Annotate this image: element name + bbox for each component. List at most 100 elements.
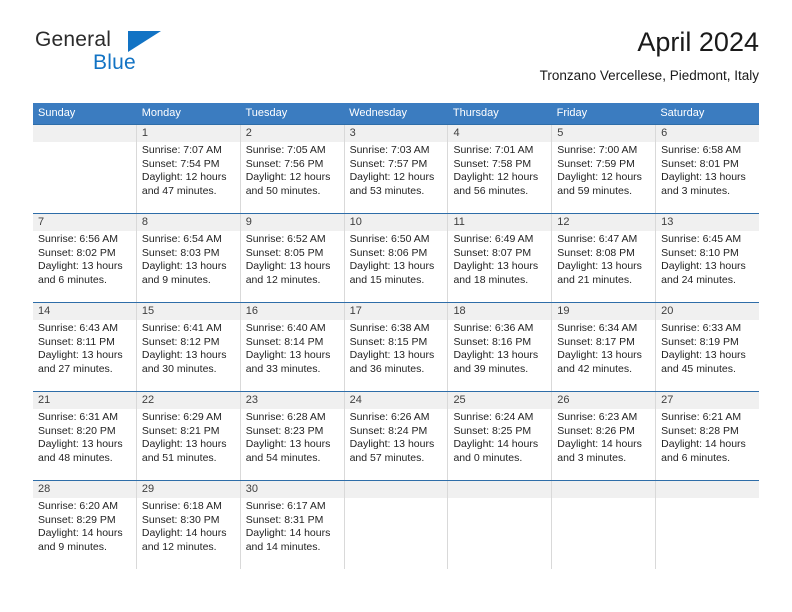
day-details: Sunrise: 6:36 AM Sunset: 8:16 PM Daylight:… xyxy=(453,322,547,376)
calendar-day-cell[interactable]: 25 Sunrise: 6:24 AM Sunset: 8:25 PM Dayligh… xyxy=(448,392,553,480)
calendar-day-cell[interactable]: 24 Sunrise: 6:26 AM Sunset: 8:24 PM Dayligh… xyxy=(345,392,449,480)
calendar-day-cell[interactable]: 1 Sunrise: 7:07 AM Sunset: 7:54 PM Daylight… xyxy=(137,125,241,213)
daylight-duration-line1: Daylight: 14 hours xyxy=(453,438,539,451)
daylight-duration-line1: Daylight: 13 hours xyxy=(661,260,746,273)
daylight-duration-line2: and 12 minutes. xyxy=(141,540,217,553)
day-details: Sunrise: 6:40 AM Sunset: 8:14 PM Daylight:… xyxy=(246,322,340,376)
calendar-day-cell[interactable]: 14 Sunrise: 6:43 AM Sunset: 8:11 PM Dayligh… xyxy=(33,303,137,391)
daylight-duration-line2: and 33 minutes. xyxy=(245,362,321,375)
daylight-duration-line1: Daylight: 14 hours xyxy=(245,527,331,540)
sunset-time: Sunset: 8:31 PM xyxy=(245,513,324,526)
day-details: Sunrise: 7:01 AM Sunset: 7:58 PM Daylight:… xyxy=(453,144,547,198)
calendar-week-row: 14 Sunrise: 6:43 AM Sunset: 8:11 PM Dayligh… xyxy=(33,302,759,391)
calendar-day-cell[interactable]: 23 Sunrise: 6:28 AM Sunset: 8:23 PM Dayligh… xyxy=(241,392,345,480)
calendar-day-cell[interactable]: 9 Sunrise: 6:52 AM Sunset: 8:05 PM Daylight… xyxy=(241,214,345,302)
day-number: 17 xyxy=(349,305,362,317)
daylight-duration-line2: and 47 minutes. xyxy=(141,184,217,197)
sunset-time: Sunset: 7:57 PM xyxy=(349,157,428,170)
daylight-duration-line1: Daylight: 13 hours xyxy=(557,349,642,362)
calendar-day-cell[interactable]: 20 Sunrise: 6:33 AM Sunset: 8:19 PM Dayligh… xyxy=(656,303,759,391)
day-details: Sunrise: 6:26 AM Sunset: 8:24 PM Daylight:… xyxy=(350,411,444,465)
calendar-day-cell[interactable]: 11 Sunrise: 6:49 AM Sunset: 8:07 PM Dayligh… xyxy=(448,214,553,302)
calendar-day-cell[interactable]: 2 Sunrise: 7:05 AM Sunset: 7:56 PM Daylight… xyxy=(241,125,345,213)
sunrise-time: Sunrise: 7:01 AM xyxy=(453,144,534,156)
calendar-day-cell[interactable]: 22 Sunrise: 6:29 AM Sunset: 8:21 PM Dayligh… xyxy=(137,392,241,480)
calendar-day-cell[interactable]: 27 Sunrise: 6:21 AM Sunset: 8:28 PM Dayligh… xyxy=(656,392,759,480)
calendar-day-cell[interactable]: 15 Sunrise: 6:41 AM Sunset: 8:12 PM Dayligh… xyxy=(137,303,241,391)
calendar-day-cell-empty xyxy=(33,125,137,213)
daylight-duration-line1: Daylight: 13 hours xyxy=(453,349,539,362)
day-number: 23 xyxy=(245,394,258,406)
daylight-duration-line2: and 3 minutes. xyxy=(557,451,627,464)
sunrise-time: Sunrise: 7:05 AM xyxy=(245,144,326,156)
daylight-duration-line1: Daylight: 12 hours xyxy=(557,171,642,184)
calendar-day-cell[interactable]: 6 Sunrise: 6:58 AM Sunset: 8:01 PM Daylight… xyxy=(656,125,759,213)
sunset-time: Sunset: 8:10 PM xyxy=(661,246,739,259)
calendar-day-cell[interactable]: 21 Sunrise: 6:31 AM Sunset: 8:20 PM Dayligh… xyxy=(33,392,137,480)
calendar-day-cell-empty xyxy=(656,481,759,569)
calendar-week-row: 28 Sunrise: 6:20 AM Sunset: 8:29 PM Dayligh… xyxy=(33,480,759,569)
daylight-duration-line2: and 56 minutes. xyxy=(453,184,529,197)
daylight-duration-line1: Daylight: 13 hours xyxy=(661,171,746,184)
day-details: Sunrise: 6:24 AM Sunset: 8:25 PM Daylight:… xyxy=(453,411,547,465)
calendar-day-cell[interactable]: 30 Sunrise: 6:17 AM Sunset: 8:31 PM Dayligh… xyxy=(241,481,345,569)
calendar-day-cell[interactable]: 10 Sunrise: 6:50 AM Sunset: 8:06 PM Dayligh… xyxy=(345,214,449,302)
daylight-duration-line2: and 24 minutes. xyxy=(661,273,736,286)
daylight-duration-line2: and 36 minutes. xyxy=(349,362,425,375)
daylight-duration-line1: Daylight: 13 hours xyxy=(38,260,123,273)
sunrise-time: Sunrise: 6:29 AM xyxy=(141,411,222,423)
day-details: Sunrise: 6:58 AM Sunset: 8:01 PM Daylight:… xyxy=(661,144,755,198)
daylight-duration-line1: Daylight: 13 hours xyxy=(38,438,123,451)
daylight-duration-line1: Daylight: 12 hours xyxy=(349,171,435,184)
calendar-day-cell[interactable]: 29 Sunrise: 6:18 AM Sunset: 8:30 PM Dayligh… xyxy=(137,481,241,569)
calendar-day-cell[interactable]: 16 Sunrise: 6:40 AM Sunset: 8:14 PM Dayligh… xyxy=(241,303,345,391)
sunset-time: Sunset: 7:58 PM xyxy=(453,157,532,170)
day-number: 24 xyxy=(349,394,362,406)
calendar-day-cell[interactable]: 17 Sunrise: 6:38 AM Sunset: 8:15 PM Dayligh… xyxy=(345,303,449,391)
calendar-day-cell[interactable]: 13 Sunrise: 6:45 AM Sunset: 8:10 PM Dayligh… xyxy=(656,214,759,302)
day-number: 11 xyxy=(453,216,465,228)
calendar-grid: Sunday Monday Tuesday Wednesday Thursday… xyxy=(33,103,759,569)
day-number: 1 xyxy=(141,127,148,139)
day-details: Sunrise: 6:31 AM Sunset: 8:20 PM Daylight:… xyxy=(38,411,132,465)
calendar-day-cell[interactable]: 18 Sunrise: 6:36 AM Sunset: 8:16 PM Dayligh… xyxy=(448,303,553,391)
daylight-duration-line1: Daylight: 13 hours xyxy=(557,260,642,273)
day-details: Sunrise: 6:29 AM Sunset: 8:21 PM Daylight:… xyxy=(142,411,236,465)
daylight-duration-line2: and 51 minutes. xyxy=(141,451,217,464)
calendar-day-cell[interactable]: 28 Sunrise: 6:20 AM Sunset: 8:29 PM Dayligh… xyxy=(33,481,137,569)
day-number: 22 xyxy=(141,394,155,406)
day-details: Sunrise: 6:47 AM Sunset: 8:08 PM Daylight:… xyxy=(557,233,651,287)
calendar-day-cell[interactable]: 26 Sunrise: 6:23 AM Sunset: 8:26 PM Dayligh… xyxy=(552,392,657,480)
calendar-week-row: 1 Sunrise: 7:07 AM Sunset: 7:54 PM Daylight… xyxy=(33,124,759,213)
daylight-duration-line2: and 27 minutes. xyxy=(38,362,113,375)
day-number: 26 xyxy=(557,394,570,406)
daylight-duration-line2: and 57 minutes. xyxy=(349,451,425,464)
day-details: Sunrise: 6:54 AM Sunset: 8:03 PM Daylight:… xyxy=(142,233,236,287)
calendar-day-cell[interactable]: 4 Sunrise: 7:01 AM Sunset: 7:58 PM Daylight… xyxy=(448,125,553,213)
calendar-day-cell[interactable]: 8 Sunrise: 6:54 AM Sunset: 8:03 PM Daylight… xyxy=(137,214,241,302)
sunrise-time: Sunrise: 6:17 AM xyxy=(245,500,326,512)
day-details: Sunrise: 6:50 AM Sunset: 8:06 PM Daylight:… xyxy=(350,233,444,287)
calendar-day-cell[interactable]: 12 Sunrise: 6:47 AM Sunset: 8:08 PM Dayligh… xyxy=(552,214,657,302)
calendar-day-cell[interactable]: 5 Sunrise: 7:00 AM Sunset: 7:59 PM Daylight… xyxy=(552,125,657,213)
sunset-time: Sunset: 7:59 PM xyxy=(557,157,635,170)
daylight-duration-line2: and 9 minutes. xyxy=(38,540,107,553)
daylight-duration-line2: and 30 minutes. xyxy=(141,362,217,375)
day-number xyxy=(453,481,547,498)
sunrise-time: Sunrise: 6:36 AM xyxy=(453,322,534,334)
calendar-day-cell[interactable]: 19 Sunrise: 6:34 AM Sunset: 8:17 PM Dayligh… xyxy=(552,303,657,391)
sunset-time: Sunset: 8:29 PM xyxy=(38,513,116,526)
sunrise-time: Sunrise: 6:21 AM xyxy=(661,411,742,423)
day-details: Sunrise: 6:28 AM Sunset: 8:23 PM Daylight:… xyxy=(246,411,340,465)
sunrise-time: Sunrise: 6:31 AM xyxy=(38,411,118,423)
daylight-duration-line2: and 39 minutes. xyxy=(453,362,529,375)
brand-logo[interactable]: General Blue xyxy=(33,26,293,88)
daylight-duration-line1: Daylight: 13 hours xyxy=(349,260,435,273)
calendar-day-cell[interactable]: 3 Sunrise: 7:03 AM Sunset: 7:57 PM Daylight… xyxy=(345,125,449,213)
sunrise-time: Sunrise: 6:20 AM xyxy=(38,500,118,512)
weekday-header-saturday: Saturday xyxy=(660,107,705,119)
sunset-time: Sunset: 8:17 PM xyxy=(557,335,635,348)
weekday-header-wednesday: Wednesday xyxy=(349,107,408,119)
calendar-day-cell[interactable]: 7 Sunrise: 6:56 AM Sunset: 8:02 PM Daylight… xyxy=(33,214,137,302)
day-number: 3 xyxy=(349,127,356,139)
